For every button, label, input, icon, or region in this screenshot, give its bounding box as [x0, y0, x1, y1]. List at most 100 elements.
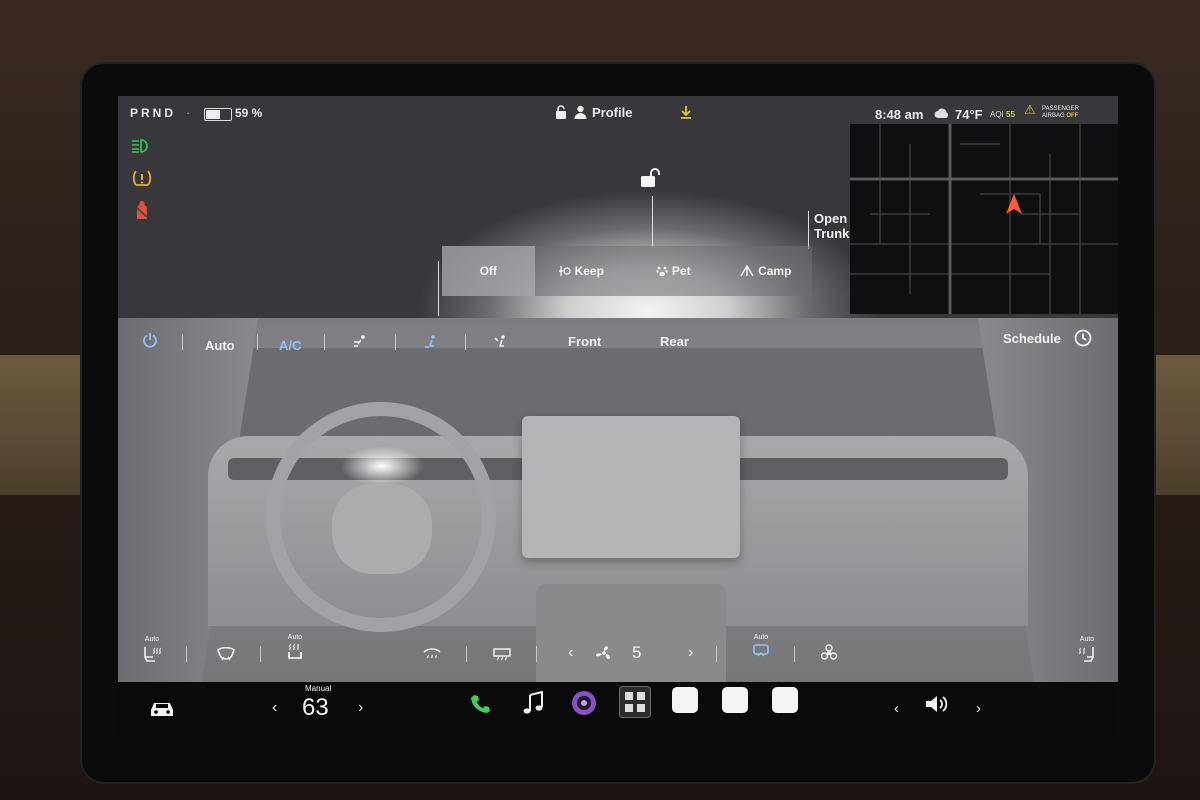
outside-temperature: 74°F [955, 107, 983, 122]
aqi-value: 55 [1006, 110, 1015, 119]
biohazard-icon [820, 644, 838, 660]
logo-glow [340, 446, 424, 486]
divider [465, 334, 466, 350]
tent-icon [740, 265, 754, 277]
fan-increase-button[interactable]: › [688, 644, 693, 662]
schedule-button[interactable]: Schedule [1003, 331, 1061, 346]
temp-increase-button[interactable]: › [358, 699, 363, 717]
separator-dot: · [186, 105, 191, 120]
auto-button[interactable]: Auto [205, 338, 235, 353]
open-trunk-button[interactable]: Open Trunk [814, 211, 849, 241]
app-shortcut-1[interactable] [672, 687, 698, 713]
open-trunk-line2: Trunk [814, 226, 850, 241]
mode-keep[interactable]: Keep [535, 246, 628, 296]
recirculate-auto-label: Auto [753, 634, 769, 641]
paw-icon [656, 266, 668, 277]
bioweapon-mode-button[interactable] [820, 644, 838, 665]
divider [395, 334, 396, 350]
airflow-face-icon[interactable] [352, 334, 368, 353]
gear-indicator: PRND [130, 106, 177, 120]
mode-camp-label: Camp [758, 264, 792, 278]
aqi-readout: AQI 55 [990, 110, 1015, 119]
clock-icon[interactable] [1074, 329, 1092, 350]
mode-off-label: Off [479, 264, 497, 278]
driver-seat-auto-label: Auto [144, 636, 160, 643]
headlight-icon [130, 134, 154, 158]
divider [182, 334, 183, 350]
rear-climate-tab[interactable]: Rear [660, 334, 689, 349]
passenger-airbag-status: ⚠ PASSENGER AIRBAG OFF [1024, 103, 1079, 120]
rear-defrost-icon [493, 648, 511, 661]
mode-keep-label: Keep [574, 264, 604, 278]
recirculate-button[interactable]: Auto [752, 634, 770, 662]
volume-decrease-button[interactable]: ‹ [894, 700, 899, 717]
phone-icon[interactable] [468, 692, 492, 721]
volume-increase-button[interactable]: › [976, 700, 981, 717]
app-launcher-icon[interactable] [619, 686, 651, 723]
app-shortcut-2[interactable] [722, 687, 748, 713]
telltale-column [130, 134, 154, 230]
divider [260, 646, 261, 662]
ac-button[interactable]: A/C [279, 338, 301, 353]
mode-off[interactable]: Off [442, 246, 535, 296]
fan-decrease-button[interactable]: ‹ [568, 644, 573, 662]
navigation-map[interactable] [850, 124, 1118, 314]
profile-icon[interactable] [574, 105, 587, 122]
divider [186, 646, 187, 662]
steering-heat-button[interactable] [216, 646, 236, 665]
driver-seat-heat-button[interactable]: Auto [142, 636, 162, 666]
divider [536, 646, 537, 662]
front-defrost-button[interactable] [422, 646, 442, 665]
seat-heat-icon [144, 647, 161, 662]
lock-pointer-line [652, 196, 653, 248]
clock: 8:48 am [875, 107, 924, 122]
seatbelt-icon [130, 198, 154, 222]
climate-power-icon[interactable] [142, 332, 158, 351]
climate-mode-selector: Off Keep Pet Camp [442, 246, 812, 296]
car-view-area: PRND · 59 % Profile 8:48 am 74°F AQI 55 … [118, 96, 1118, 318]
battery-fill [206, 110, 220, 119]
taskbar: ‹ Manual 63 › ‹ › [118, 682, 1118, 742]
fan-icon [594, 644, 614, 665]
mode-pet-label: Pet [671, 264, 691, 278]
airflow-feet-icon[interactable] [422, 334, 438, 353]
center-display-model [522, 416, 740, 558]
steering-wheel-hub [332, 484, 432, 574]
mode-pet[interactable]: Pet [627, 246, 720, 296]
recirculate-icon [753, 644, 769, 657]
frunk-pointer-line [438, 261, 439, 316]
mode-camp[interactable]: Camp [720, 246, 813, 296]
download-icon[interactable] [680, 105, 692, 122]
car-icon[interactable] [148, 700, 176, 723]
fan-speed-value: 5 [632, 643, 642, 662]
unlock-car-icon[interactable] [640, 168, 662, 193]
lock-icon[interactable] [555, 105, 567, 122]
cloud-icon [934, 107, 950, 122]
camera-app-icon[interactable] [571, 690, 597, 721]
battery-percent: 59 % [235, 106, 263, 120]
aqi-label: AQI [990, 110, 1004, 119]
seat-heat-icon [1079, 647, 1094, 662]
manual-label: Manual [305, 684, 332, 693]
music-icon[interactable] [522, 690, 544, 720]
tire-pressure-icon [130, 166, 154, 190]
profile-button[interactable]: Profile [592, 105, 632, 120]
climate-bottom-controls: Auto Auto ‹ 5 › Auto Auto [118, 626, 1118, 682]
passenger-seat-auto-label: Auto [287, 634, 303, 641]
open-trunk-line1: Open [814, 211, 848, 226]
keep-fan-icon [558, 266, 571, 276]
navigation-arrow-icon [1006, 194, 1022, 214]
divider [716, 646, 717, 662]
cabin-temperature[interactable]: 63 [302, 694, 329, 722]
battery-icon [204, 108, 232, 121]
steering-heat-icon [217, 646, 235, 661]
passenger-seat-heat-right-button[interactable]: Auto [1078, 636, 1096, 666]
front-climate-tab[interactable]: Front [568, 334, 601, 349]
volume-icon[interactable] [924, 694, 950, 719]
app-shortcut-3[interactable] [772, 687, 798, 713]
airflow-windshield-icon[interactable] [492, 334, 508, 353]
temp-decrease-button[interactable]: ‹ [272, 699, 277, 717]
front-defrost-icon [423, 648, 441, 659]
rear-defrost-button[interactable] [492, 646, 512, 665]
passenger-seat-heat-button[interactable]: Auto [286, 634, 304, 664]
